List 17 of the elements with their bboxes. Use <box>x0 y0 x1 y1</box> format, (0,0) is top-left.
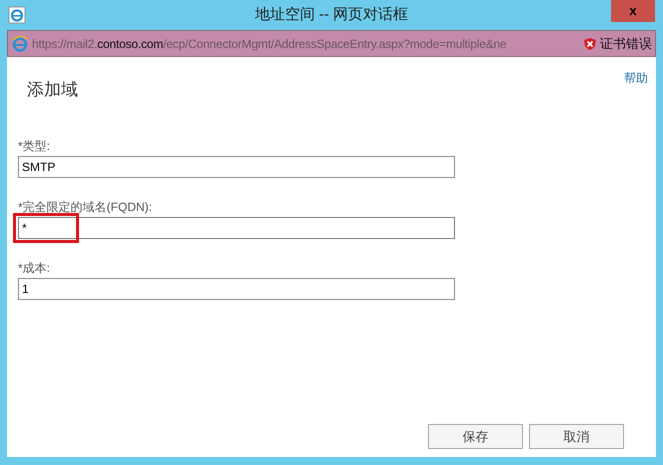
cancel-button[interactable]: 取消 <box>529 424 624 449</box>
text-field[interactable]: * <box>18 216 455 238</box>
text-field[interactable]: 1 <box>18 278 455 300</box>
dialog-heading: 添加域 <box>27 79 78 101</box>
certificate-error-link[interactable]: 证书错误 <box>600 34 652 54</box>
browser-icon <box>11 34 29 52</box>
field-label: *成本: <box>18 260 52 276</box>
browser-icon <box>8 6 26 24</box>
field-label: *类型: <box>18 138 52 154</box>
field-label: *完全限定的域名(FQDN): <box>18 198 153 216</box>
url-text[interactable]: https://mail2.contoso.com/ecp/ConnectorMgmt/AddressSpaceEntry.aspx?mode=multiple&ne <box>32 34 580 52</box>
save-button[interactable]: 保存 <box>428 424 523 449</box>
error-icon <box>583 36 597 50</box>
text-field[interactable]: SMTP <box>18 156 455 178</box>
window-title: 地址空间 -- 网页对话框 <box>254 5 408 25</box>
close-button[interactable]: x <box>611 0 655 22</box>
help-link[interactable]: 帮助 <box>624 69 648 102</box>
